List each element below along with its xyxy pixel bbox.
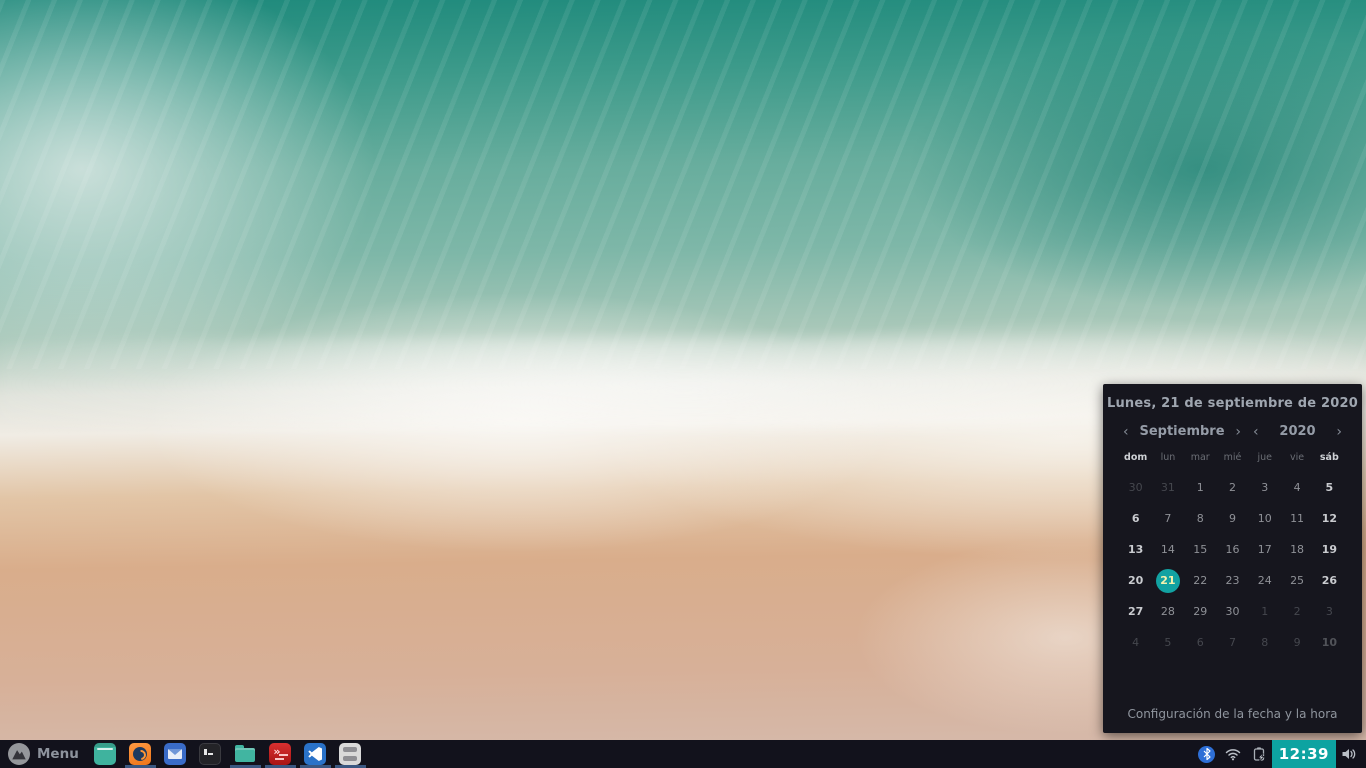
calendar-day-1-othermonth[interactable]: 1 — [1249, 596, 1281, 627]
launcher-show-desktop[interactable] — [88, 740, 123, 768]
calendar-day-21[interactable]: 21 — [1152, 565, 1184, 596]
day-name-dom: dom — [1120, 452, 1152, 463]
system-tray: 12:39 — [1194, 740, 1366, 768]
calendar-day-11[interactable]: 11 — [1281, 503, 1313, 534]
wallpaper-foam-streaks — [0, 0, 1366, 369]
calendar-day-19[interactable]: 19 — [1313, 534, 1345, 565]
day-name-vie: vie — [1281, 452, 1313, 463]
calendar-day-8-othermonth[interactable]: 8 — [1249, 627, 1281, 658]
wifi-icon[interactable] — [1220, 740, 1246, 768]
calendar-day-8[interactable]: 8 — [1184, 503, 1216, 534]
menu-button[interactable]: Menu — [0, 740, 88, 768]
calendar-day-5[interactable]: 5 — [1313, 472, 1345, 503]
calendar-day-7-othermonth[interactable]: 7 — [1216, 627, 1248, 658]
calendar-day-3-othermonth[interactable]: 3 — [1313, 596, 1345, 627]
files-icon — [234, 743, 256, 765]
mail-icon — [164, 743, 186, 765]
battery-icon[interactable] — [1246, 740, 1272, 768]
calendar-date-header: Lunes, 21 de septiembre de 2020 — [1103, 396, 1362, 411]
calendar-day-20[interactable]: 20 — [1120, 565, 1152, 596]
calendar-day-13[interactable]: 13 — [1120, 534, 1152, 565]
firefox-icon — [129, 743, 151, 765]
launcher-area — [88, 740, 368, 768]
calendar-day-27[interactable]: 27 — [1120, 596, 1152, 627]
calendar-day-9-othermonth[interactable]: 9 — [1281, 627, 1313, 658]
day-name-lun: lun — [1152, 452, 1184, 463]
show-desktop-icon — [94, 743, 116, 765]
month-navigation: ‹ Septiembre › — [1119, 424, 1245, 439]
volume-icon[interactable] — [1336, 740, 1362, 768]
calendar-day-2-othermonth[interactable]: 2 — [1281, 596, 1313, 627]
launcher-mail[interactable] — [158, 740, 193, 768]
calendar-day-28[interactable]: 28 — [1152, 596, 1184, 627]
prev-year-button[interactable]: ‹ — [1249, 425, 1263, 439]
vscode-icon — [304, 743, 326, 765]
calendar-day-9[interactable]: 9 — [1216, 503, 1248, 534]
launcher-system-grey[interactable] — [333, 740, 368, 768]
calendar-day-12[interactable]: 12 — [1313, 503, 1345, 534]
calendar-day-23[interactable]: 23 — [1216, 565, 1248, 596]
calendar-day-4-othermonth[interactable]: 4 — [1120, 627, 1152, 658]
calendar-day-5-othermonth[interactable]: 5 — [1152, 627, 1184, 658]
prev-month-button[interactable]: ‹ — [1119, 425, 1133, 439]
system-grey-icon — [339, 743, 361, 765]
terminal-dark-icon — [199, 743, 221, 765]
calendar-day-29[interactable]: 29 — [1184, 596, 1216, 627]
calendar-day-4[interactable]: 4 — [1281, 472, 1313, 503]
calendar-day-names: domlunmarmiéjueviesáb — [1120, 452, 1346, 463]
calendar-day-10[interactable]: 10 — [1249, 503, 1281, 534]
year-label: 2020 — [1279, 424, 1315, 439]
calendar-day-7[interactable]: 7 — [1152, 503, 1184, 534]
calendar-day-25[interactable]: 25 — [1281, 565, 1313, 596]
calendar-day-18[interactable]: 18 — [1281, 534, 1313, 565]
calendar-day-3[interactable]: 3 — [1249, 472, 1281, 503]
calendar-day-24[interactable]: 24 — [1249, 565, 1281, 596]
launcher-terminal-red[interactable] — [263, 740, 298, 768]
calendar-grid: 3031123456789101112131415161718192021222… — [1120, 472, 1346, 658]
calendar-day-10-othermonth[interactable]: 10 — [1313, 627, 1345, 658]
calendar-day-6[interactable]: 6 — [1120, 503, 1152, 534]
calendar-popup: Lunes, 21 de septiembre de 2020 ‹ Septie… — [1103, 384, 1362, 733]
menu-label: Menu — [37, 746, 79, 762]
launcher-firefox[interactable] — [123, 740, 158, 768]
bluetooth-icon[interactable] — [1194, 740, 1220, 768]
calendar-day-16[interactable]: 16 — [1216, 534, 1248, 565]
calendar-day-30-othermonth[interactable]: 30 — [1120, 472, 1152, 503]
day-name-sáb: sáb — [1313, 452, 1345, 463]
terminal-red-icon — [269, 743, 291, 765]
calendar-day-1[interactable]: 1 — [1184, 472, 1216, 503]
selected-day-bubble: 21 — [1156, 569, 1180, 593]
calendar-day-22[interactable]: 22 — [1184, 565, 1216, 596]
next-year-button[interactable]: › — [1332, 425, 1346, 439]
calendar-day-31-othermonth[interactable]: 31 — [1152, 472, 1184, 503]
calendar-day-17[interactable]: 17 — [1249, 534, 1281, 565]
launcher-vscode[interactable] — [298, 740, 333, 768]
next-month-button[interactable]: › — [1231, 425, 1245, 439]
calendar-day-2[interactable]: 2 — [1216, 472, 1248, 503]
calendar-day-6-othermonth[interactable]: 6 — [1184, 627, 1216, 658]
day-name-jue: jue — [1249, 452, 1281, 463]
calendar-day-30[interactable]: 30 — [1216, 596, 1248, 627]
launcher-files[interactable] — [228, 740, 263, 768]
day-name-mié: mié — [1216, 452, 1248, 463]
taskbar-clock[interactable]: 12:39 — [1272, 740, 1336, 768]
datetime-settings-link[interactable]: Configuración de la fecha y la hora — [1103, 707, 1362, 721]
year-navigation: ‹ 2020 › — [1249, 424, 1346, 439]
bluetooth-badge — [1198, 746, 1215, 763]
calendar-day-15[interactable]: 15 — [1184, 534, 1216, 565]
month-label: Septiembre — [1139, 424, 1224, 439]
calendar-day-26[interactable]: 26 — [1313, 565, 1345, 596]
launcher-terminal-dark[interactable] — [193, 740, 228, 768]
calendar-day-14[interactable]: 14 — [1152, 534, 1184, 565]
taskbar: Menu 12:39 — [0, 740, 1366, 768]
calendar-navigation: ‹ Septiembre › ‹ 2020 › — [1103, 424, 1362, 439]
day-name-mar: mar — [1184, 452, 1216, 463]
mint-logo-icon — [8, 743, 30, 765]
